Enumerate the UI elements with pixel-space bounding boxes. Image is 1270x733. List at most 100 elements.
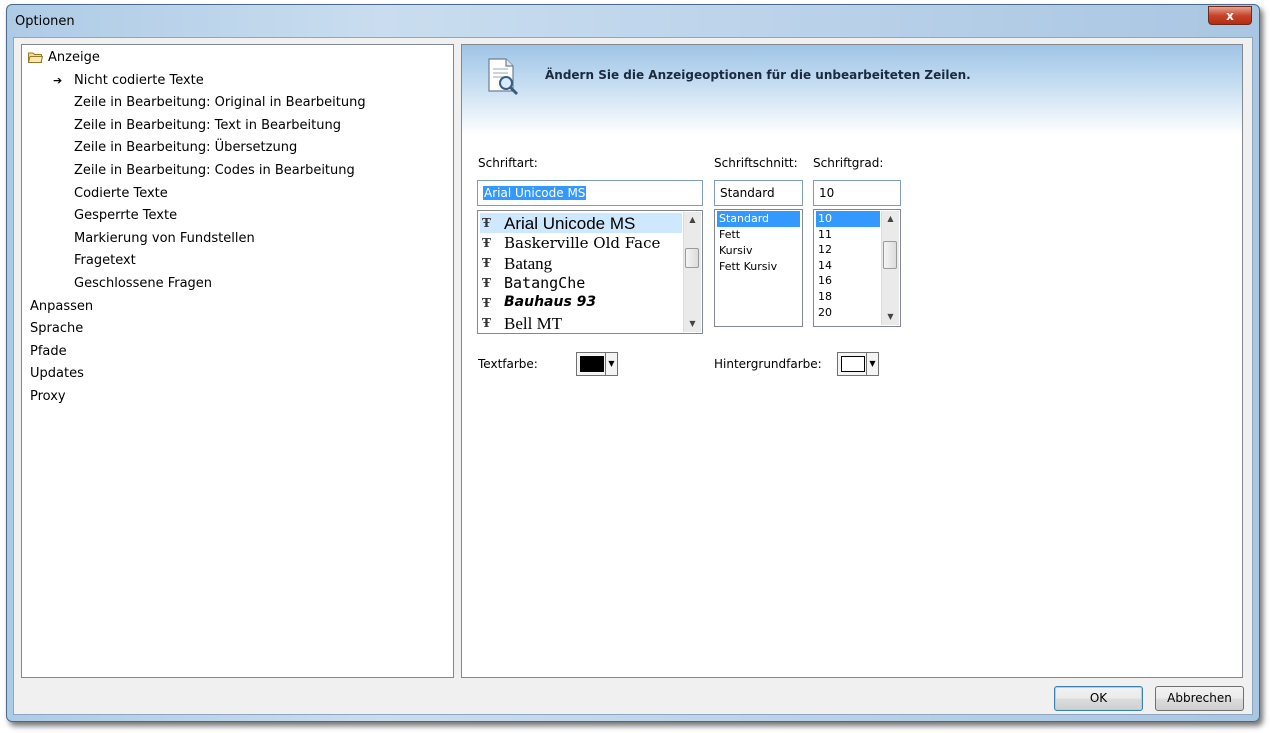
font-option-label: Baskerville Old Face <box>504 234 661 252</box>
font-option[interactable]: Ŧ Bell MT <box>480 313 682 333</box>
size-list-scrollbar[interactable]: ▲ ▼ <box>881 211 899 325</box>
close-button[interactable]: x <box>1208 6 1252 25</box>
tree-item[interactable]: Codierte Texte <box>74 183 168 205</box>
chevron-down-icon: ▼ <box>866 353 878 375</box>
size-option[interactable]: 11 <box>816 227 880 243</box>
cancel-button[interactable]: Abbrechen <box>1155 686 1244 711</box>
size-option[interactable]: 12 <box>816 242 880 258</box>
tree-item[interactable]: Anpassen <box>30 296 93 318</box>
tree-item-label: Gesperrte Texte <box>74 208 178 224</box>
tree-item-label: Geschlossene Fragen <box>74 276 213 291</box>
font-list-scrollbar[interactable]: ▲ ▼ <box>683 212 701 332</box>
tree-item[interactable]: ➔ Nicht codierte Texte <box>53 70 204 92</box>
font-option-label: Bell MT <box>504 314 563 333</box>
size-input-value: 10 <box>819 186 835 200</box>
tree-item[interactable]: Pfade <box>30 341 67 363</box>
bg-color-swatch <box>841 356 865 372</box>
font-option[interactable]: Ŧ BatangChe <box>480 273 682 293</box>
tree-item-label: Codierte Texte <box>74 185 168 201</box>
tree-item[interactable]: Anzeige <box>28 47 100 69</box>
tree-item[interactable]: Markierung von Fundstellen <box>74 228 255 250</box>
tree-item[interactable]: Fragetext <box>74 250 136 272</box>
size-input[interactable]: 10 <box>813 180 901 206</box>
tree-item[interactable]: Geschlossene Fragen <box>74 273 212 295</box>
tree-item-label: Zeile in Bearbeitung: Original in Bearbe… <box>74 95 366 111</box>
text-color-label: Textfarbe: <box>478 357 538 371</box>
arrow-right-icon: ➔ <box>53 73 63 87</box>
font-input-value: Arial Unicode MS <box>483 186 587 200</box>
header-description: Ändern Sie die Anzeigeoptionen für die u… <box>545 68 971 82</box>
tree-item-label: Sprache <box>30 321 84 337</box>
title-bar[interactable]: Optionen x <box>7 5 1259 37</box>
truetype-icon: Ŧ <box>482 216 491 230</box>
size-option[interactable]: 16 <box>816 273 880 289</box>
truetype-icon: Ŧ <box>482 276 491 290</box>
settings-panel: Ändern Sie die Anzeigeoptionen für die u… <box>461 44 1243 678</box>
truetype-icon: Ŧ <box>482 236 491 250</box>
options-tree: Anzeige ➔ Nicht codierte Texte Zeile in Bea… <box>21 44 454 678</box>
size-option[interactable]: 10 <box>816 211 880 227</box>
font-option[interactable]: Ŧ Batang <box>480 253 682 273</box>
options-dialog: Optionen x Anzeige ➔ Nicht codierte Texte Z… <box>6 4 1260 722</box>
text-color-picker[interactable]: ▼ <box>576 352 618 376</box>
chevron-down-icon: ▼ <box>605 353 617 375</box>
scroll-down-icon[interactable]: ▼ <box>684 316 701 332</box>
font-label: Schriftart: <box>478 156 538 170</box>
tree-item-label: Fragetext <box>74 253 136 269</box>
font-input[interactable]: Arial Unicode MS <box>477 180 703 206</box>
style-option[interactable]: Kursiv <box>717 243 800 259</box>
style-option[interactable]: Standard <box>717 211 800 227</box>
tree-item-label: Updates <box>30 366 84 382</box>
size-option[interactable]: 20 <box>816 305 880 321</box>
document-magnifier-icon <box>488 58 519 96</box>
header-banner: Ändern Sie die Anzeigeoptionen für die u… <box>462 45 1242 135</box>
style-list[interactable]: Standard Fett Kursiv Fett Kursiv <box>714 209 803 327</box>
tree-item-label: Anpassen <box>30 298 94 314</box>
tree-item[interactable]: Zeile in Bearbeitung: Text in Bearbeitun… <box>74 115 341 137</box>
window-title: Optionen <box>15 14 75 29</box>
font-option-label: BatangChe <box>504 274 586 292</box>
font-option[interactable]: Ŧ Bauhaus 93 <box>480 293 682 313</box>
scroll-up-icon[interactable]: ▲ <box>882 211 899 227</box>
truetype-icon: Ŧ <box>482 256 491 270</box>
scroll-thumb[interactable] <box>685 248 699 268</box>
tree-item[interactable]: Zeile in Bearbeitung: Codes in Bearbeitu… <box>74 160 355 182</box>
tree-item[interactable]: Sprache <box>30 318 83 340</box>
font-option-label: Batang <box>504 254 553 273</box>
font-option-label: Arial Unicode MS <box>504 214 636 233</box>
style-input[interactable]: Standard <box>714 180 803 206</box>
size-option[interactable]: 18 <box>816 289 880 305</box>
font-list[interactable]: ▲ ▼ Ŧ Arial Unicode MS Ŧ Baskerville Old Fa… <box>477 210 703 334</box>
tree-item[interactable]: Updates <box>30 363 84 385</box>
style-option[interactable]: Fett Kursiv <box>717 259 800 275</box>
tree-item-label: Markierung von Fundstellen <box>74 230 255 246</box>
tree-item[interactable]: Zeile in Bearbeitung: Übersetzung <box>74 137 297 159</box>
font-option[interactable]: Ŧ Baskerville Old Face <box>480 233 682 253</box>
size-option[interactable]: 14 <box>816 258 880 274</box>
tree-item-label: Zeile in Bearbeitung: Übersetzung <box>74 140 298 156</box>
dialog-client-area: Anzeige ➔ Nicht codierte Texte Zeile in Bea… <box>13 37 1253 715</box>
tree-item[interactable]: Proxy <box>30 386 66 408</box>
tree-item-label: Nicht codierte Texte <box>74 72 204 88</box>
bg-color-label: Hintergrundfarbe: <box>714 357 822 371</box>
tree-item[interactable]: Gesperrte Texte <box>74 205 177 227</box>
style-label: Schriftschnitt: <box>714 156 798 170</box>
ok-button[interactable]: OK <box>1054 686 1143 711</box>
scroll-up-icon[interactable]: ▲ <box>684 212 701 228</box>
truetype-icon: Ŧ <box>482 316 491 330</box>
font-option[interactable]: Ŧ Arial Unicode MS <box>480 213 682 233</box>
text-color-swatch <box>580 356 604 372</box>
tree-item-label: Zeile in Bearbeitung: Text in Bearbeitun… <box>74 117 341 133</box>
tree-item[interactable]: Zeile in Bearbeitung: Original in Bearbe… <box>74 92 366 114</box>
size-list[interactable]: ▲ ▼ 10 11 12 14 16 18 20 <box>813 209 901 327</box>
folder-open-icon <box>28 52 43 63</box>
style-option[interactable]: Fett <box>717 227 800 243</box>
scroll-down-icon[interactable]: ▼ <box>882 309 899 325</box>
style-input-value: Standard <box>720 186 775 200</box>
tree-item-label: Zeile in Bearbeitung: Codes in Bearbeitu… <box>74 163 355 178</box>
scroll-thumb[interactable] <box>883 241 897 269</box>
bg-color-picker[interactable]: ▼ <box>837 352 879 376</box>
size-label: Schriftgrad: <box>813 156 884 170</box>
truetype-icon: Ŧ <box>482 296 491 310</box>
tree-item-label: Pfade <box>30 343 67 359</box>
